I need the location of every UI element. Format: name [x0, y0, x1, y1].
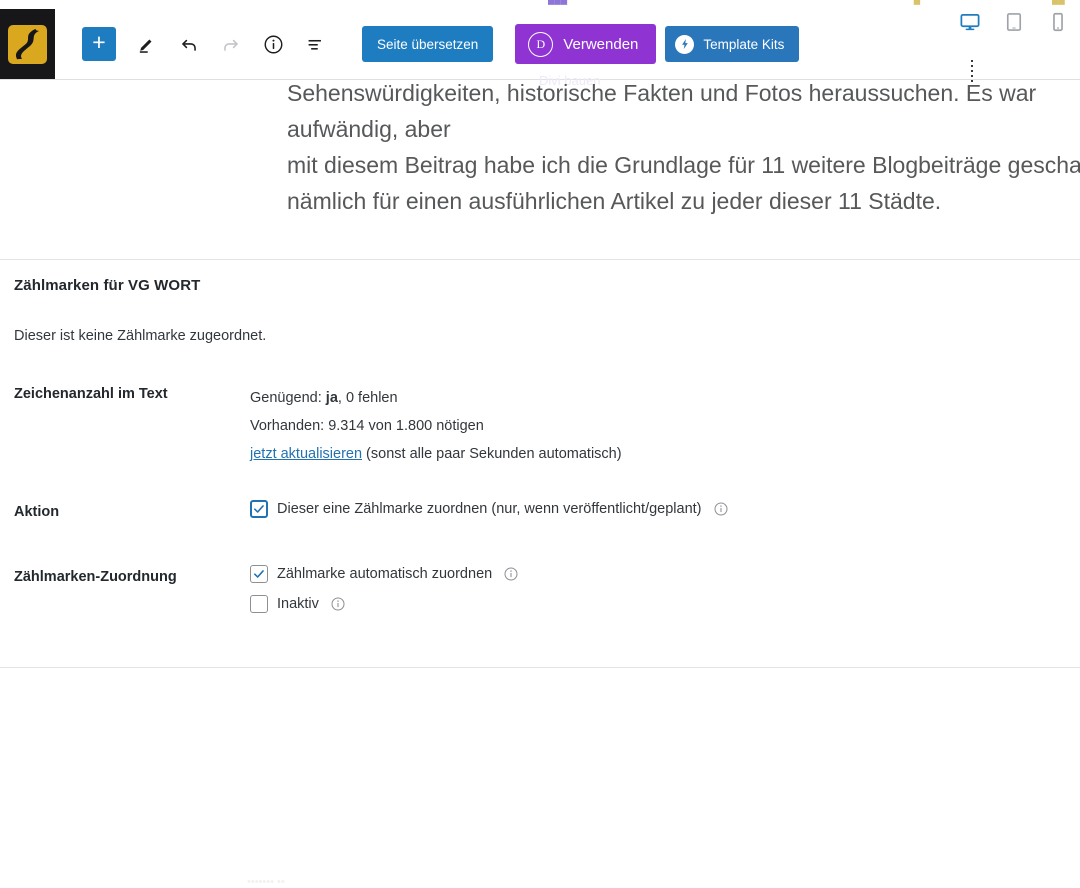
row-character-count-label: Zeichenanzahl im Text: [14, 386, 168, 402]
post-content-area[interactable]: Sehenswürdigkeiten, historische Fakten u…: [0, 80, 1080, 259]
inactive-checkbox-line[interactable]: Inaktiv: [250, 595, 346, 613]
info-circle-icon[interactable]: [330, 596, 346, 612]
character-count-sufficient-line: Genügend: ja, 0 fehlen: [250, 384, 622, 412]
cutoff-fragment: ███: [548, 0, 567, 4]
add-block-icon[interactable]: +: [82, 27, 116, 61]
device-preview-switcher: [955, 0, 1073, 43]
template-kits-button[interactable]: Template Kits: [665, 26, 799, 62]
info-circle-icon[interactable]: [713, 501, 729, 517]
cutoff-fragment: •• █: [905, 0, 920, 4]
metabox-ghost-fragment: ••••••• ••: [247, 876, 285, 888]
divi-badge-icon: D: [528, 32, 553, 57]
row-character-count-field: Genügend: ja, 0 fehlen Vorhanden: 9.314 …: [250, 384, 622, 468]
auto-assign-checkbox-label: Zählmarke automatisch zuordnen: [277, 566, 492, 582]
assign-counter-checkbox-label: Dieser eine Zählmarke zuordnen (nur, wen…: [277, 501, 702, 517]
character-count-refresh-line: jetzt aktualisieren (sonst alle paar Sek…: [250, 440, 622, 468]
metabox-top-divider: [0, 259, 1080, 260]
toolbar-button-group: +: [55, 9, 799, 79]
metabox-note: Dieser ist keine Zählmarke zugeordnet.: [14, 328, 266, 344]
redo-icon[interactable]: [214, 27, 248, 61]
refresh-hint: (sonst alle paar Sekunden automatisch): [362, 446, 622, 462]
edit-pencil-icon[interactable]: [130, 27, 164, 61]
add-block-label: +: [92, 31, 105, 54]
cutoff-fragment: • •••: [352, 0, 367, 4]
auto-assign-checkbox-line[interactable]: Zählmarke automatisch zuordnen: [250, 565, 519, 583]
metabox-title: Zählmarken für VG WORT: [14, 277, 200, 294]
auto-assign-checkbox[interactable]: [250, 565, 268, 583]
site-logo-button[interactable]: [0, 9, 55, 79]
editor-toolbar: +: [0, 9, 1080, 80]
content-paragraph[interactable]: Sehenswürdigkeiten, historische Fakten u…: [287, 80, 1080, 219]
translate-page-button[interactable]: Seite übersetzen: [362, 26, 493, 62]
mobile-preview-icon[interactable]: [1043, 7, 1073, 37]
assign-counter-checkbox[interactable]: [250, 500, 268, 518]
divi-use-label: Verwenden: [563, 36, 638, 53]
row-action-label: Aktion: [14, 504, 59, 520]
lightning-bolt-icon: [675, 35, 694, 54]
divi-use-button[interactable]: D Verwenden: [515, 24, 656, 64]
info-circle-icon[interactable]: [503, 566, 519, 582]
sufficient-suffix: , 0 fehlen: [338, 390, 398, 406]
inactive-checkbox[interactable]: [250, 595, 268, 613]
tablet-preview-icon[interactable]: [999, 7, 1029, 37]
sufficient-prefix: Genügend:: [250, 390, 326, 406]
undo-icon[interactable]: [172, 27, 206, 61]
cutoff-admin-bar: • ••• ███ •• █ ██: [0, 0, 1080, 9]
template-kits-label: Template Kits: [703, 37, 784, 52]
desktop-preview-icon[interactable]: [955, 7, 985, 37]
inactive-checkbox-label: Inaktiv: [277, 596, 319, 612]
sufficient-value: ja: [326, 390, 338, 406]
row-counter-assignment-label: Zählmarken-Zuordnung: [14, 569, 177, 585]
list-view-icon[interactable]: [298, 27, 332, 61]
character-count-available-line: Vorhanden: 9.314 von 1.800 nötigen: [250, 412, 622, 440]
info-circle-icon[interactable]: [256, 27, 290, 61]
refresh-now-link[interactable]: jetzt aktualisieren: [250, 446, 362, 462]
metabox-bottom-divider: [0, 667, 1080, 668]
action-checkbox-line[interactable]: Dieser eine Zählmarke zuordnen (nur, wen…: [250, 500, 729, 518]
site-logo-winding-road-icon: [8, 25, 47, 64]
